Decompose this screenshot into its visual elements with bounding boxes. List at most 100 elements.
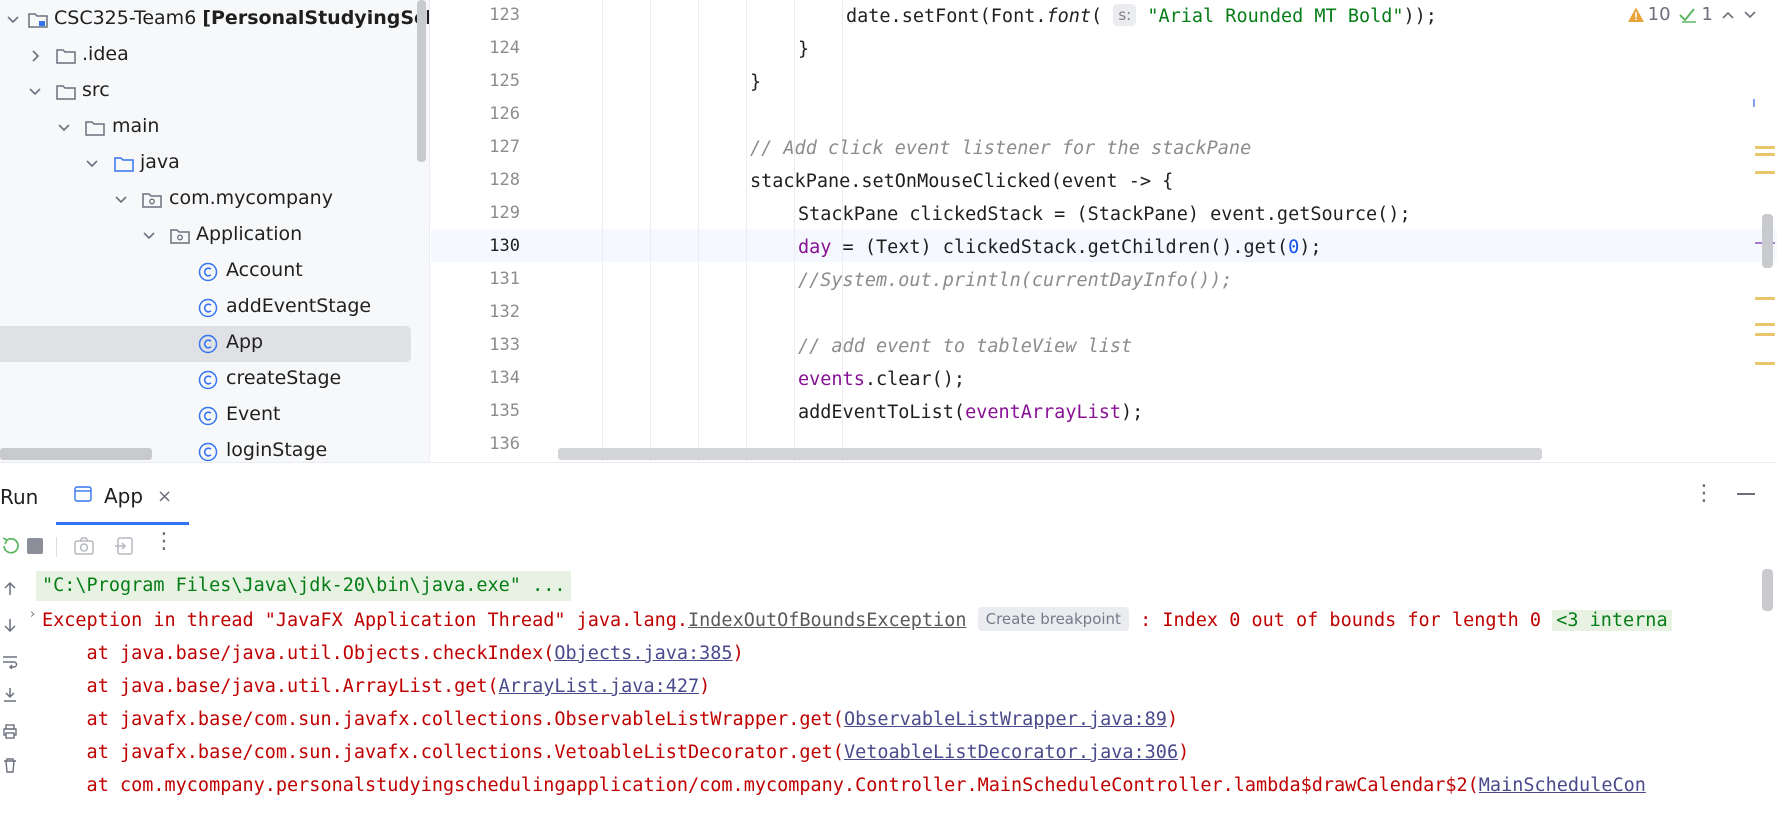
code-line-135: addEventToList(eventArrayList); bbox=[431, 396, 1777, 429]
arrow-down-icon[interactable] bbox=[2, 617, 18, 633]
error-stripe-marker[interactable] bbox=[1755, 171, 1775, 174]
more-options-icon[interactable]: ⋮ bbox=[1693, 481, 1715, 506]
console-stack-frame: at java.base/java.util.ArrayList.get(Arr… bbox=[42, 670, 711, 703]
close-icon[interactable]: × bbox=[157, 486, 172, 507]
error-stripe-marker[interactable] bbox=[1755, 323, 1775, 326]
minimize-icon[interactable] bbox=[1737, 493, 1755, 495]
tree-vertical-scrollbar[interactable] bbox=[417, 0, 426, 162]
tree-horizontal-scrollbar[interactable] bbox=[0, 448, 152, 460]
code-token-number: 0 bbox=[1288, 237, 1300, 258]
tree-item-com-mycompany[interactable]: com.mycompany bbox=[0, 182, 429, 218]
code-token-method: font bbox=[1046, 6, 1092, 27]
tree-item-label: Application bbox=[196, 223, 303, 245]
tree-item-java[interactable]: java bbox=[0, 146, 429, 182]
code-token: date.setFont(Font. bbox=[846, 6, 1047, 27]
tree-item-main[interactable]: main bbox=[0, 110, 429, 146]
chevron-down-icon[interactable] bbox=[57, 121, 71, 135]
soft-wrap-icon[interactable] bbox=[2, 653, 18, 669]
stack-frame-link[interactable]: VetoableListDecorator.java:306 bbox=[844, 742, 1178, 763]
editor-horizontal-scrollbar[interactable] bbox=[558, 448, 1542, 460]
inspection-widget[interactable]: 10 1 bbox=[1627, 4, 1757, 25]
folder-icon bbox=[55, 81, 77, 103]
run-tool-window: Run App × ⋮ ⋮ "C:\Program Files\Java\jdk… bbox=[0, 462, 1777, 816]
module-folder-icon bbox=[27, 9, 49, 31]
code-token: } bbox=[750, 72, 762, 93]
code-comment: // Add click event listener for the stac… bbox=[750, 138, 1252, 159]
chevron-right-icon[interactable] bbox=[28, 49, 42, 63]
tree-item-label: addEventStage bbox=[226, 295, 372, 317]
stack-frame-text: at java.base/java.util.Objects.checkInde… bbox=[42, 643, 555, 664]
code-editor[interactable]: 123 124 125 126 127 128 129 130 131 132 … bbox=[431, 0, 1777, 462]
chevron-down-icon[interactable] bbox=[114, 193, 128, 207]
stack-frame-end: ) bbox=[699, 676, 711, 697]
stack-frame-end: ) bbox=[732, 643, 744, 664]
stop-icon[interactable] bbox=[24, 535, 46, 557]
restore-layout-icon[interactable] bbox=[113, 535, 135, 557]
editor-vertical-scrollbar[interactable] bbox=[1762, 214, 1773, 268]
code-line-123: date.setFont(Font.font( s: "Arial Rounde… bbox=[431, 0, 1777, 33]
internal-calls-fold[interactable]: <3 interna bbox=[1552, 610, 1672, 631]
chevron-up-icon[interactable] bbox=[1721, 8, 1735, 22]
tree-item-module[interactable]: CSC325-Team6 [PersonalStudyingSch bbox=[0, 2, 429, 38]
stack-frame-text: at javafx.base/com.sun.javafx.collection… bbox=[42, 709, 844, 730]
stack-frame-text: at javafx.base/com.sun.javafx.collection… bbox=[42, 742, 844, 763]
weak-warning-count[interactable]: 1 bbox=[1678, 4, 1713, 25]
create-breakpoint-button[interactable]: Create breakpoint bbox=[977, 607, 1129, 631]
tree-item-label: main bbox=[112, 115, 160, 137]
error-stripe-marker[interactable] bbox=[1755, 146, 1775, 149]
print-icon[interactable] bbox=[2, 723, 18, 739]
parameter-hint: s: bbox=[1113, 4, 1137, 26]
code-line-134: events.clear(); bbox=[431, 363, 1777, 396]
stack-frame-link[interactable]: ArrayList.java:427 bbox=[499, 676, 699, 697]
stack-frame-link[interactable]: MainScheduleCon bbox=[1479, 775, 1646, 796]
error-stripe-marker[interactable] bbox=[1755, 153, 1775, 156]
weak-warning-count-label: 1 bbox=[1701, 4, 1713, 25]
tree-item-label: App bbox=[226, 331, 264, 353]
camera-icon[interactable] bbox=[73, 535, 95, 557]
code-line-128: stackPane.setOnMouseClicked(event -> { bbox=[431, 165, 1777, 198]
console-output[interactable]: "C:\Program Files\Java\jdk-20\bin\java.e… bbox=[0, 565, 1777, 816]
folder-icon bbox=[55, 45, 77, 67]
tree-item-label: createStage bbox=[226, 367, 342, 389]
toolbar-more-icon[interactable]: ⋮ bbox=[153, 529, 175, 554]
error-stripe-marker[interactable] bbox=[1755, 333, 1775, 336]
tab-app[interactable]: App × bbox=[56, 463, 189, 525]
code-token: addEventToList( bbox=[798, 402, 966, 423]
console-stack-frame: at javafx.base/com.sun.javafx.collection… bbox=[42, 736, 1190, 769]
scroll-to-end-icon[interactable] bbox=[2, 687, 18, 703]
stack-frame-link[interactable]: Objects.java:385 bbox=[554, 643, 732, 664]
tree-item-app[interactable]: App bbox=[0, 326, 429, 362]
exception-class-link[interactable]: IndexOutOfBoundsException bbox=[688, 610, 966, 631]
chevron-down-icon[interactable] bbox=[85, 157, 99, 171]
chevron-right-icon[interactable]: › bbox=[30, 607, 35, 622]
class-icon bbox=[197, 405, 219, 427]
tree-item-idea[interactable]: .idea bbox=[0, 38, 429, 74]
exception-message: : Index 0 out of bounds for length 0 bbox=[1128, 610, 1553, 631]
stack-frame-text: at com.mycompany.personalstudyingschedul… bbox=[42, 775, 1479, 796]
code-token: = (Text) clickedStack.getChildren().get( bbox=[831, 237, 1289, 258]
warning-count[interactable]: 10 bbox=[1627, 4, 1671, 25]
chevron-down-icon[interactable] bbox=[1743, 8, 1757, 22]
tree-item-event[interactable]: Event bbox=[0, 398, 429, 434]
trash-icon[interactable] bbox=[2, 757, 18, 773]
arrow-up-icon[interactable] bbox=[2, 581, 18, 597]
tree-item-label: src bbox=[82, 79, 110, 101]
console-vertical-scrollbar[interactable] bbox=[1762, 569, 1773, 611]
chevron-down-icon[interactable] bbox=[6, 13, 20, 27]
error-stripe-marker[interactable] bbox=[1755, 362, 1775, 365]
run-title: Run bbox=[0, 485, 39, 509]
stack-frame-link[interactable]: ObservableListWrapper.java:89 bbox=[844, 709, 1167, 730]
code-line-125: } bbox=[431, 66, 1777, 99]
exception-prefix: Exception in thread "JavaFX Application … bbox=[42, 610, 689, 631]
toolbar-separator bbox=[56, 537, 57, 557]
chevron-down-icon[interactable] bbox=[142, 229, 156, 243]
tree-item-addeventstage[interactable]: addEventStage bbox=[0, 290, 429, 326]
chevron-down-icon[interactable] bbox=[28, 85, 42, 99]
tree-item-application[interactable]: Application bbox=[0, 218, 429, 254]
tree-item-src[interactable]: src bbox=[0, 74, 429, 110]
tree-item-createstage[interactable]: createStage bbox=[0, 362, 429, 398]
window-icon bbox=[74, 485, 92, 507]
tree-item-account[interactable]: Account bbox=[0, 254, 429, 290]
rerun-icon[interactable] bbox=[0, 535, 22, 557]
error-stripe-marker[interactable] bbox=[1755, 297, 1775, 300]
